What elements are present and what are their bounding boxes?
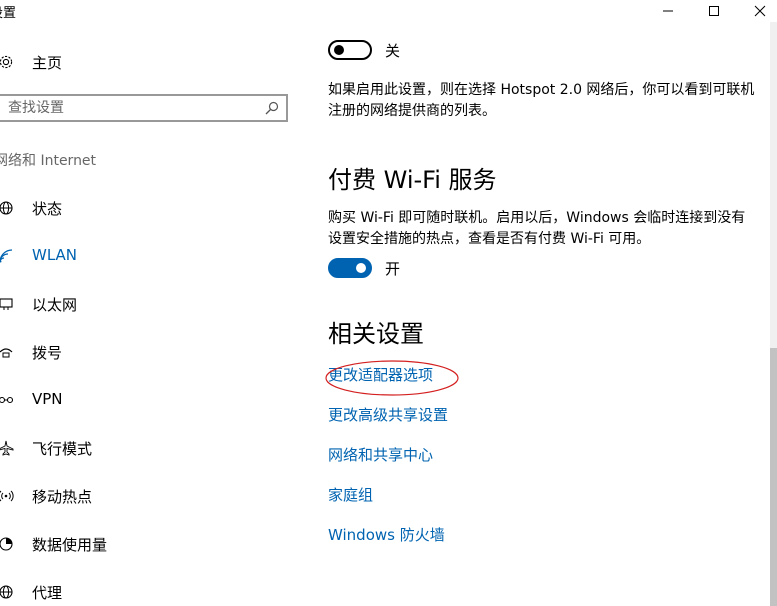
search-icon [265, 101, 279, 115]
sidebar-item-label: WLAN [32, 246, 78, 264]
hotspot-description: 如果启用此设置，则在选择 Hotspot 2.0 网络后，你可以看到可联机注册的… [328, 82, 755, 119]
sidebar-item-label: 数据使用量 [32, 536, 108, 554]
sidebar-item-mobile-hotspot[interactable]: 移动热点 [0, 482, 290, 510]
search-input[interactable] [8, 96, 258, 120]
annotation-circle [325, 360, 459, 396]
globe-icon [0, 198, 16, 218]
sidebar-item-dialup[interactable]: 拨号 [0, 338, 290, 366]
sidebar-item-data-usage[interactable]: 数据使用量 [0, 530, 290, 558]
sidebar-item-label: 状态 [32, 200, 63, 218]
sidebar-item-airplane-mode[interactable]: 飞行模式 [0, 434, 290, 462]
wifi-icon [0, 246, 16, 266]
sidebar-item-status[interactable]: 状态 [0, 194, 290, 222]
sidebar-item-label: 移动热点 [32, 488, 93, 506]
sidebar-item-label: 飞行模式 [32, 440, 93, 458]
sidebar-item-label: 以太网 [32, 296, 78, 314]
sidebar-item-vpn[interactable]: VPN [0, 386, 290, 414]
sidebar-item-label: 拨号 [32, 344, 63, 362]
scrollbar-thumb[interactable] [770, 348, 777, 606]
vpn-icon [0, 390, 16, 410]
scrollbar[interactable] [770, 22, 777, 606]
window-title: 设置 [0, 6, 17, 21]
sidebar-item-proxy[interactable]: 代理 [0, 578, 290, 606]
gear-icon [0, 52, 16, 72]
airplane-icon [0, 438, 16, 458]
globe-icon [0, 582, 16, 602]
sidebar-item-wlan[interactable]: WLAN [0, 242, 290, 270]
sidebar: 主页 网络和 Internet 状态 WLAN 以太网 拨号 VPN [0, 22, 300, 606]
toggle-knob [356, 263, 366, 273]
search-box[interactable] [0, 94, 288, 122]
related-settings-heading: 相关设置 [328, 320, 424, 348]
link-homegroup[interactable]: 家庭组 [328, 484, 373, 505]
sidebar-item-ethernet[interactable]: 以太网 [0, 290, 290, 318]
sidebar-item-label: VPN [32, 390, 63, 408]
link-windows-firewall[interactable]: Windows 防火墙 [328, 524, 445, 545]
data-usage-icon [0, 534, 16, 554]
hotspot-2-toggle-state: 关 [385, 42, 401, 60]
paid-wifi-heading: 付费 Wi-Fi 服务 [328, 166, 497, 194]
link-advanced-sharing-settings[interactable]: 更改高级共享设置 [328, 404, 448, 425]
hotspot-icon [0, 486, 16, 506]
section-heading: 网络和 Internet [0, 153, 97, 169]
paid-wifi-toggle-state: 开 [385, 260, 401, 278]
hotspot-2-toggle[interactable] [328, 40, 372, 60]
paid-wifi-description: 购买 Wi-Fi 即可随时联机。启用以后，Windows 会临时连接到没有设置安… [328, 210, 746, 247]
dialup-icon [0, 342, 16, 362]
main-content: 关 如果启用此设置，则在选择 Hotspot 2.0 网络后，你可以看到可联机注… [328, 0, 758, 606]
toggle-knob [334, 45, 344, 55]
paid-wifi-toggle[interactable] [328, 258, 372, 278]
ethernet-icon [0, 294, 16, 314]
sidebar-item-label: 主页 [32, 53, 63, 72]
link-network-sharing-center[interactable]: 网络和共享中心 [328, 444, 433, 465]
sidebar-item-label: 代理 [32, 584, 63, 602]
